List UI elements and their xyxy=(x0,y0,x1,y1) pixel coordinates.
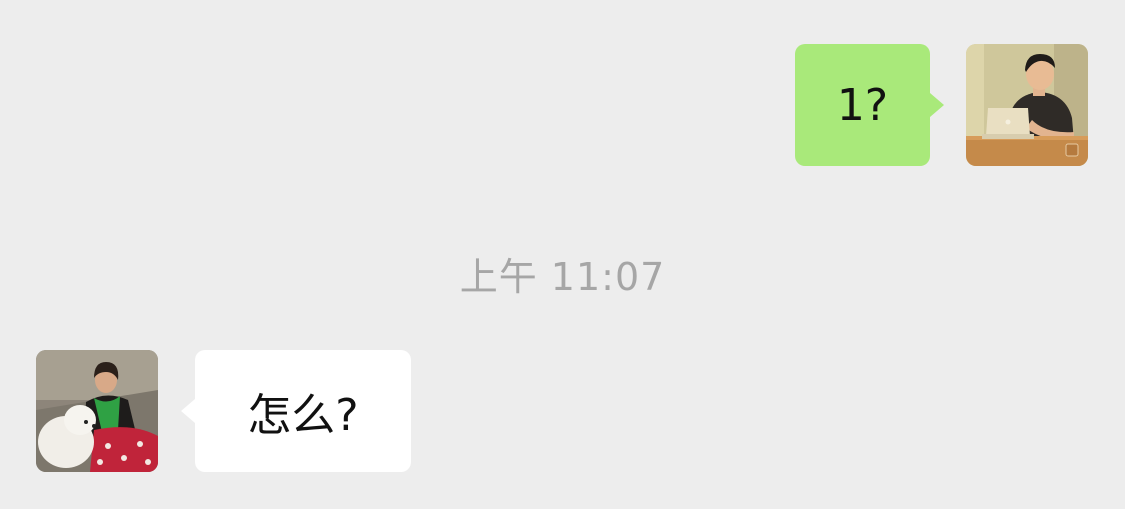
incoming-bubble-tail xyxy=(181,399,195,423)
incoming-message-bubble[interactable]: 怎么? xyxy=(181,350,411,472)
outgoing-bubble-tail xyxy=(930,93,944,117)
woman-with-dog-avatar-image xyxy=(36,350,158,472)
message-timestamp: 上午 11:07 xyxy=(459,255,666,299)
outgoing-message-text: 1? xyxy=(836,79,889,131)
outgoing-message-bubble[interactable]: 1? xyxy=(795,44,944,166)
self-avatar[interactable] xyxy=(966,44,1088,166)
incoming-message-text: 怎么? xyxy=(247,390,359,441)
man-with-laptop-avatar-image xyxy=(966,44,1088,166)
contact-avatar[interactable] xyxy=(36,350,158,472)
